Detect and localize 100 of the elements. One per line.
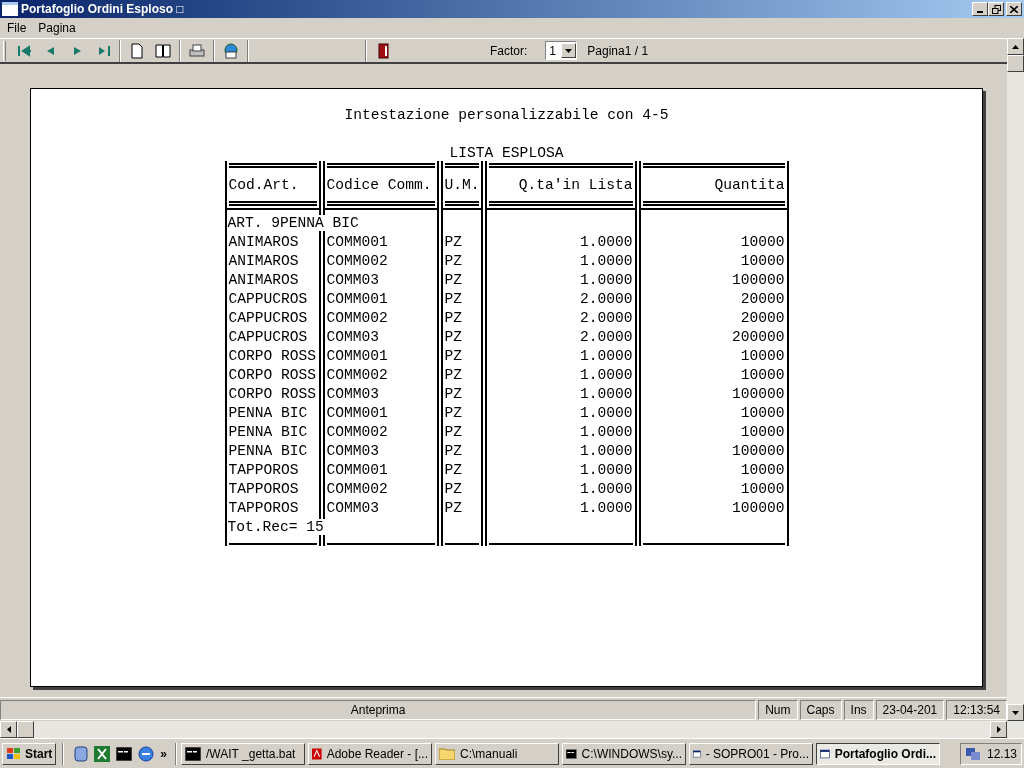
more-button[interactable]: »: [160, 744, 168, 763]
table-cell: 10000: [740, 481, 785, 497]
table-cell: 2.0000: [579, 310, 633, 326]
table-cell: CORPO ROSS: [228, 348, 317, 364]
browser-icon[interactable]: [138, 745, 155, 762]
table-cell: 2.0000: [579, 291, 633, 307]
table-cell: 1.0000: [579, 253, 633, 269]
taskbar-button[interactable]: Portafoglio Ordi...: [816, 742, 941, 765]
window-icon: [820, 746, 830, 761]
table-cell: PZ: [444, 367, 462, 383]
column-header: Quantita: [713, 176, 786, 195]
vertical-scrollbar[interactable]: [1007, 38, 1024, 721]
minimize-icon: [977, 11, 983, 13]
windows-logo-icon: [6, 746, 22, 761]
table-cell: 1.0000: [579, 348, 633, 364]
scroll-right-button[interactable]: [990, 721, 1007, 738]
table-cell: 10000: [740, 405, 785, 421]
close-button[interactable]: [1006, 2, 1022, 16]
table-cell: 20000: [740, 291, 785, 307]
factor-dropdown[interactable]: 1: [545, 41, 578, 60]
table-cell: COMM002: [326, 481, 388, 497]
network-icon: [964, 746, 981, 761]
table-cell: PZ: [444, 310, 462, 326]
table-cell: CORPO ROSS: [228, 367, 317, 383]
status-panel: Anteprima: [0, 700, 757, 720]
spreadsheet-icon[interactable]: [94, 745, 111, 762]
table-cell: PZ: [444, 291, 462, 307]
table-cell: COMM002: [326, 424, 388, 440]
taskbar-button[interactable]: - SOPRO01 - Pro...: [689, 742, 814, 765]
table-cell: 10000: [740, 367, 785, 383]
table-cell: COMM001: [326, 234, 388, 250]
up-arrow-icon: [1012, 44, 1019, 49]
table-cell: 100000: [731, 443, 785, 459]
table-cell: 1.0000: [579, 462, 633, 478]
table-cell: 10000: [740, 462, 785, 478]
table-cell: COMM001: [326, 405, 388, 421]
report-title: LISTA ESPLOSA: [449, 144, 564, 163]
table-cell: TAPPOROS: [228, 481, 299, 497]
restore-button[interactable]: [988, 2, 1004, 16]
menu-item[interactable]: File: [4, 19, 30, 37]
table-cell: 1.0000: [579, 481, 633, 497]
scroll-left-button[interactable]: [0, 721, 17, 738]
table-cell: COMM002: [326, 253, 388, 269]
window-icon: [2, 2, 18, 16]
table-cell: COMM03: [326, 500, 380, 516]
table-cell: 10000: [740, 424, 785, 440]
status-panel: Ins: [843, 700, 874, 720]
taskbar-button[interactable]: Adobe Reader - [...: [308, 742, 433, 765]
report-heading: Intestazione personalizzabile con 4-5: [344, 106, 669, 125]
status-panel: 23-04-201: [875, 700, 945, 720]
page-indicator: Pagina1 / 1: [587, 42, 649, 60]
table-cell: COMM03: [326, 443, 380, 459]
menu-item[interactable]: Pagina: [35, 19, 79, 37]
table-cell: PZ: [444, 424, 462, 440]
scroll-up-button[interactable]: [1007, 38, 1024, 55]
minimize-button[interactable]: [972, 2, 988, 16]
table-cell: PZ: [444, 462, 462, 478]
table-cell: PZ: [444, 272, 462, 288]
console-icon: [566, 746, 577, 761]
table-cell: TAPPOROS: [228, 500, 299, 516]
restore-icon: [991, 4, 1001, 14]
table-cell: 200000: [731, 329, 785, 345]
left-arrow-icon: [6, 726, 11, 733]
table-cell: PENNA BIC: [228, 443, 308, 459]
window-title: Portafoglio Ordini Esploso □: [21, 1, 184, 18]
start-button[interactable]: Start: [2, 742, 57, 765]
table-cell: 100000: [731, 272, 785, 288]
table-cell: COMM001: [326, 462, 388, 478]
table-cell: 10000: [740, 234, 785, 250]
status-panel: Caps: [799, 700, 842, 720]
taskbar-button[interactable]: /WAIT _getta.bat: [181, 742, 306, 765]
table-cell: PZ: [444, 329, 462, 345]
table-cell: 100000: [731, 386, 785, 402]
horizontal-scrollbar[interactable]: [0, 721, 1024, 738]
clock: 12.13: [986, 745, 1017, 763]
scroll-thumb[interactable]: [1007, 55, 1024, 72]
table-cell: ANIMAROS: [228, 234, 299, 250]
table-cell: COMM03: [326, 386, 380, 402]
table-cell: PZ: [444, 481, 462, 497]
taskbar-button[interactable]: C:\WINDOWS\sy...: [562, 742, 687, 765]
taskbar-button[interactable]: C:\manuali: [435, 742, 560, 765]
table-cell: 1.0000: [579, 443, 633, 459]
table-cell: 20000: [740, 310, 785, 326]
table-cell: COMM001: [326, 348, 388, 364]
table-cell: CORPO ROSS: [228, 386, 317, 402]
column-header: Codice Comm.: [325, 176, 433, 195]
console-icon: [116, 746, 133, 761]
table-cell: CAPPUCROS: [228, 329, 308, 345]
record-total: Tot.Rec= 15: [226, 519, 326, 535]
table-cell: PENNA BIC: [228, 405, 308, 421]
table-cell: 1.0000: [579, 500, 633, 516]
table-cell: COMM03: [326, 329, 380, 345]
table-cell: CAPPUCROS: [228, 291, 308, 307]
table-cell: 100000: [731, 500, 785, 516]
scroll-thumb[interactable]: [17, 721, 34, 738]
table-cell: 10000: [740, 348, 785, 364]
table-cell: COMM002: [326, 310, 388, 326]
table-cell: CAPPUCROS: [228, 310, 308, 326]
scroll-down-button[interactable]: [1007, 704, 1024, 721]
table-cell: 10000: [740, 253, 785, 269]
